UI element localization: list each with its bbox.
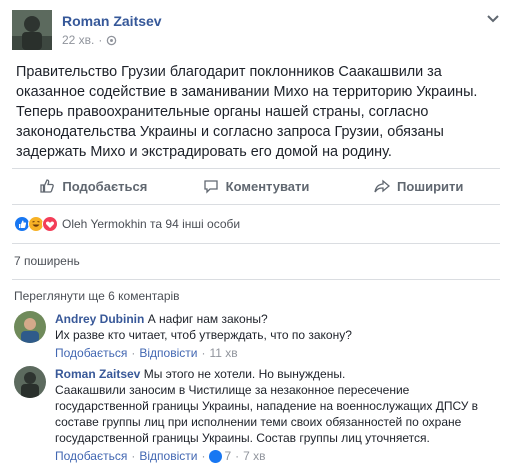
comment-actions: Подобається · Відповісти · 11 хв (55, 345, 238, 361)
thumbs-up-icon (40, 179, 55, 193)
post-time[interactable]: 22 хв. (62, 33, 94, 47)
comment-time[interactable]: 11 хв (209, 345, 237, 361)
author-avatar[interactable] (12, 10, 52, 50)
commenter-avatar[interactable] (14, 311, 46, 343)
comment-item: Roman Zaitsev Мы этого не хотели. Но вын… (14, 366, 495, 464)
comment-text-line1: А нафиг нам законы? (147, 312, 268, 326)
share-arrow-icon (374, 179, 390, 193)
divider (12, 279, 500, 280)
like-button[interactable]: Подобається (12, 173, 175, 199)
post-meta: 22 хв. · (62, 33, 117, 47)
comment-item: Andrey Dubinin А нафиг нам законы? Их ра… (14, 311, 495, 361)
comment-reaction-count: 7 (224, 449, 232, 463)
comment-reply-link[interactable]: Відповісти (139, 345, 197, 361)
commenter-avatar[interactable] (14, 366, 46, 398)
post-card: Roman Zaitsev 22 хв. · Правительство Гру… (0, 0, 512, 468)
view-more-comments[interactable]: Переглянути ще 6 коментарів (14, 289, 180, 303)
comment-like-link[interactable]: Подобається (55, 345, 127, 361)
comment-text-rest: Саакашвили заносим в Чистилище за незако… (55, 383, 479, 445)
privacy-gear-icon[interactable] (106, 35, 117, 46)
comment-author[interactable]: Andrey Dubinin (55, 312, 144, 326)
comment-author[interactable]: Roman Zaitsev (55, 367, 140, 381)
reactions-text[interactable]: Oleh Yermokhin та 94 інші особи (62, 217, 240, 231)
comment-actions: Подобається · Відповісти · 7 · 7 хв (55, 448, 266, 464)
comment-text-line1: Мы этого не хотели. Но вынуждены. (143, 367, 346, 381)
comment-time[interactable]: 7 хв (243, 448, 265, 464)
like-icon (209, 449, 223, 463)
love-icon (42, 216, 58, 232)
divider (12, 168, 500, 169)
reactions-summary[interactable]: Oleh Yermokhin та 94 інші особи (14, 216, 240, 232)
divider (12, 243, 500, 244)
comment-reply-link[interactable]: Відповісти (139, 448, 197, 464)
comment-reactions[interactable]: 7 (209, 448, 231, 464)
shares-count[interactable]: 7 поширень (14, 254, 80, 268)
comment-icon (203, 180, 218, 194)
post-author-name[interactable]: Roman Zaitsev (62, 13, 162, 29)
share-button[interactable]: Поширити (337, 173, 500, 199)
post-actions: Подобається Коментувати Поширити (12, 173, 500, 199)
divider (12, 204, 500, 205)
chevron-down-icon[interactable] (486, 14, 500, 24)
comment-text-line2: Их разве кто читает, чтоб утверждать, чт… (55, 328, 352, 342)
comment-button[interactable]: Коментувати (175, 173, 338, 199)
comment-like-link[interactable]: Подобається (55, 448, 127, 464)
post-body: Правительство Грузии благодарит поклонни… (16, 64, 478, 160)
